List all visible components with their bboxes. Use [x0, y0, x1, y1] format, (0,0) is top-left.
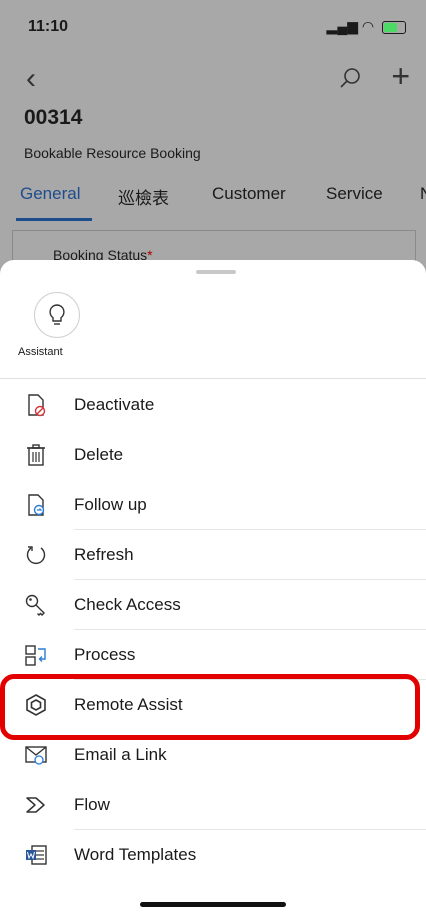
- menu-item-email-link[interactable]: Email a Link: [0, 730, 426, 780]
- status-bar: 11:10 ▂▄▆ ◠: [0, 0, 426, 60]
- menu-label: Email a Link: [74, 745, 167, 764]
- menu-item-check-access[interactable]: Check Access: [0, 580, 426, 630]
- deactivate-icon: [28, 394, 46, 417]
- top-bar: ‹ +: [0, 60, 426, 100]
- search-icon[interactable]: [338, 66, 362, 95]
- menu-item-follow-up[interactable]: Follow up: [0, 480, 426, 530]
- menu-item-process[interactable]: Process: [0, 630, 426, 680]
- command-menu: Deactivate Delete Follow up Refresh Chec…: [0, 380, 426, 880]
- menu-label: Refresh: [74, 545, 134, 564]
- menu-label: Remote Assist: [74, 695, 183, 714]
- menu-label: Process: [74, 645, 136, 664]
- add-icon[interactable]: +: [391, 60, 410, 92]
- tab-customer[interactable]: Customer: [212, 184, 286, 204]
- tab-general[interactable]: General: [20, 184, 80, 204]
- menu-item-delete[interactable]: Delete: [0, 430, 426, 480]
- menu-item-flow[interactable]: Flow: [0, 780, 426, 830]
- tab-more[interactable]: N: [420, 184, 426, 204]
- menu-label: Delete: [74, 445, 124, 464]
- status-icons: ▂▄▆ ◠: [327, 18, 406, 35]
- remote-assist-icon: [26, 694, 46, 716]
- menu-item-deactivate[interactable]: Deactivate: [0, 380, 426, 430]
- command-sheet: Assistant Deactivate Delete Follow up Re…: [0, 260, 426, 916]
- delete-icon: [27, 444, 45, 466]
- tab-inspection[interactable]: 巡檢表: [118, 184, 169, 209]
- refresh-icon: [26, 546, 46, 565]
- sheet-divider: [0, 378, 426, 379]
- record-title: 00314: [24, 106, 83, 129]
- menu-label: Follow up: [74, 495, 147, 514]
- menu-label: Deactivate: [74, 395, 155, 414]
- follow-up-icon: [28, 494, 45, 516]
- tab-bar: General 巡檢表 Customer Service N: [0, 178, 426, 221]
- menu-label: Check Access: [74, 595, 181, 614]
- assistant-label: Assistant: [18, 346, 63, 358]
- menu-item-word-templates[interactable]: Word Templates: [0, 830, 426, 880]
- record-subtitle: Bookable Resource Booking: [24, 145, 201, 161]
- word-templates-icon: [26, 845, 47, 865]
- flow-icon: [26, 797, 45, 813]
- battery-icon: [382, 20, 406, 34]
- status-time: 11:10: [28, 18, 69, 35]
- active-tab-indicator: [16, 218, 92, 221]
- menu-label: Flow: [74, 795, 110, 814]
- sheet-grabber[interactable]: [196, 270, 236, 274]
- menu-item-refresh[interactable]: Refresh: [0, 530, 426, 580]
- signal-wifi-icon: ▂▄▆ ◠: [326, 18, 375, 34]
- tab-service[interactable]: Service: [326, 184, 383, 204]
- home-indicator[interactable]: [140, 902, 286, 907]
- email-link-icon: [25, 746, 47, 765]
- back-icon[interactable]: ‹: [26, 64, 36, 94]
- process-icon: [25, 645, 46, 666]
- key-icon: [25, 594, 45, 616]
- assistant-button[interactable]: [34, 292, 80, 338]
- menu-label: Word Templates: [74, 845, 197, 864]
- menu-item-remote-assist[interactable]: Remote Assist: [0, 680, 426, 730]
- lightbulb-icon: [49, 304, 65, 325]
